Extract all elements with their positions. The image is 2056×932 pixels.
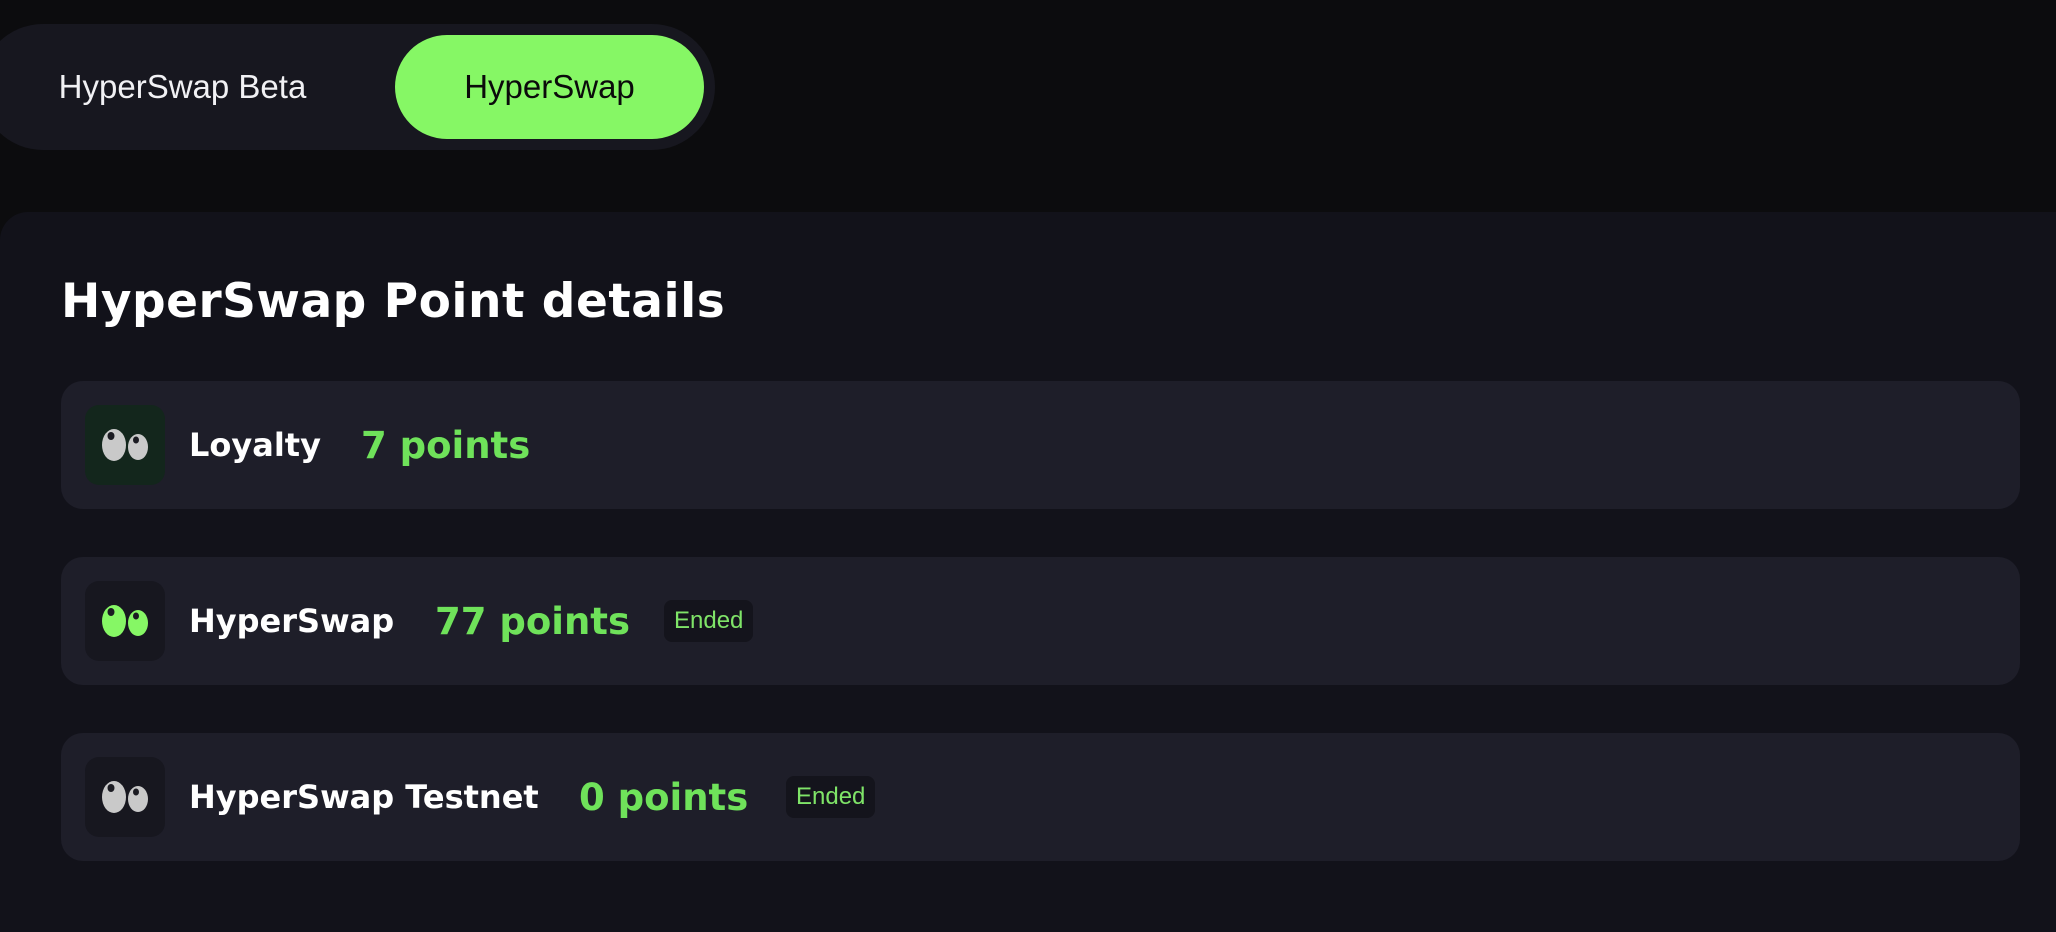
points-row-loyalty: Loyalty 7 points [61, 381, 2020, 509]
row-name: HyperSwap Testnet [189, 778, 539, 816]
eyes-icon [85, 757, 165, 837]
status-badge: Ended [664, 600, 754, 642]
tab-hyperswap[interactable]: HyperSwap [395, 35, 704, 139]
tab-hyperswap-beta[interactable]: HyperSwap Beta [0, 35, 365, 139]
points-row-hyperswap: HyperSwap 77 points Ended [61, 557, 2020, 685]
row-points: 0 points [579, 775, 749, 819]
eyes-icon [85, 581, 165, 661]
points-row-hyperswap-testnet: HyperSwap Testnet 0 points Ended [61, 733, 2020, 861]
row-name: HyperSwap [189, 602, 395, 640]
row-points: 7 points [361, 423, 531, 467]
point-details-panel: HyperSwap Point details Loyalty 7 points… [0, 212, 2056, 932]
eyes-icon [85, 405, 165, 485]
row-name: Loyalty [189, 426, 321, 464]
tab-switcher: HyperSwap Beta HyperSwap [0, 24, 715, 150]
row-points: 77 points [435, 599, 631, 643]
page-title: HyperSwap Point details [61, 274, 726, 329]
status-badge: Ended [786, 776, 876, 818]
